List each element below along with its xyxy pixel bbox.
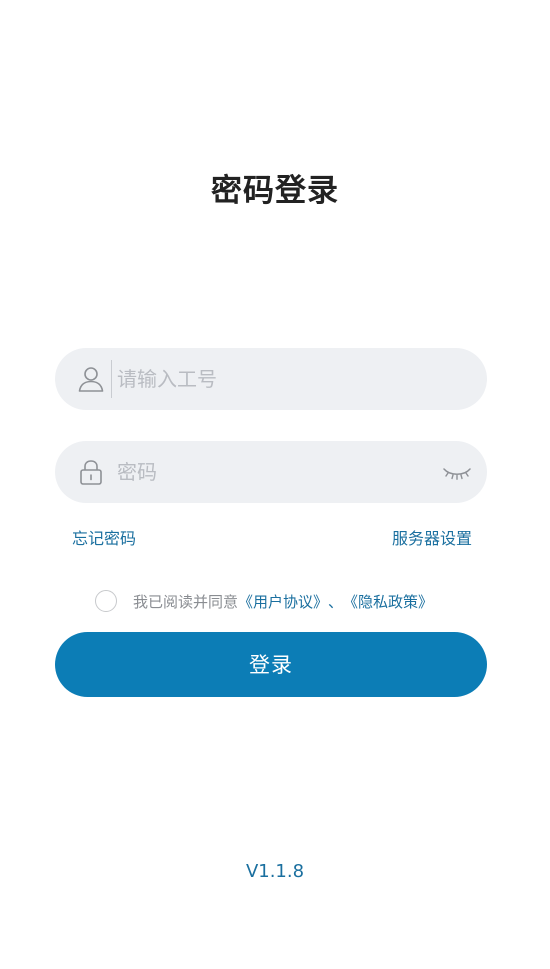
password-field-container — [55, 441, 487, 503]
text-cursor — [111, 360, 112, 398]
page-title: 密码登录 — [211, 173, 339, 209]
login-button[interactable]: 登录 — [55, 632, 487, 697]
agreement-separator: 、 — [328, 592, 344, 611]
username-field-container — [55, 348, 487, 410]
privacy-policy-link[interactable]: 《隐私政策》 — [343, 591, 433, 612]
agreement-checkbox[interactable] — [95, 590, 117, 612]
version-label: V1.1.8 — [245, 861, 305, 882]
agreement-row: 我已阅读并同意 《用户协议》 、 《隐私政策》 — [95, 589, 433, 613]
user-agreement-link[interactable]: 《用户协议》 — [238, 591, 328, 612]
lock-icon — [77, 458, 105, 486]
forgot-password-link[interactable]: 忘记密码 — [72, 525, 136, 549]
agreement-prefix: 我已阅读并同意 — [133, 592, 239, 611]
username-input[interactable] — [117, 348, 437, 410]
user-icon — [77, 365, 105, 393]
eye-closed-icon[interactable] — [441, 460, 473, 484]
server-settings-link[interactable]: 服务器设置 — [392, 525, 472, 549]
password-input[interactable] — [117, 441, 437, 503]
